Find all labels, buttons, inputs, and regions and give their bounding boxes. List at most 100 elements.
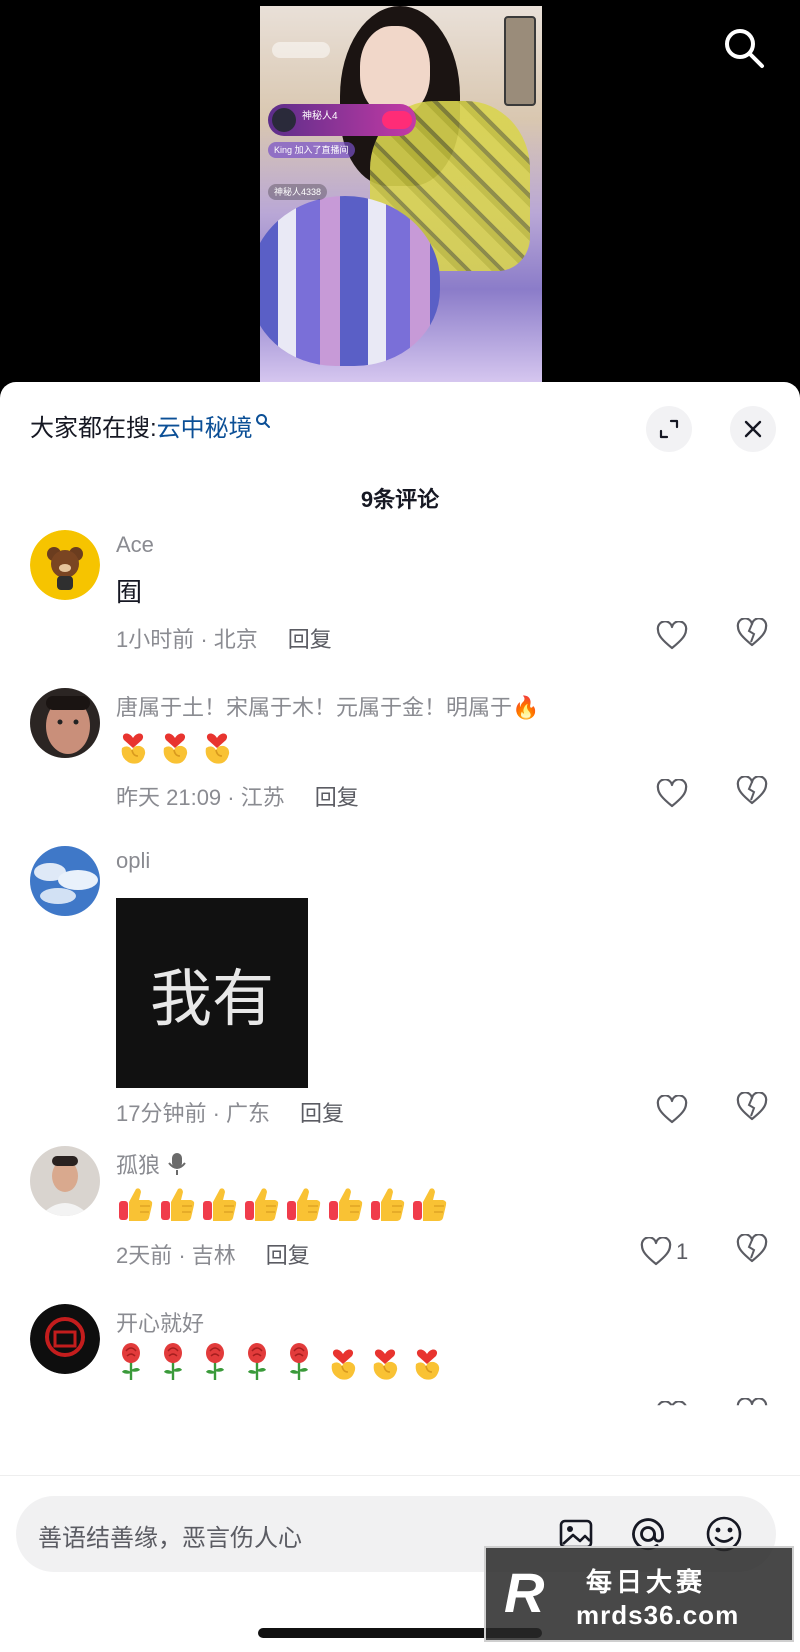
heart-icon — [656, 779, 688, 808]
comment-meta: 昨天 21:09 · 江苏 回复 — [116, 780, 359, 812]
like-button[interactable] — [656, 1092, 716, 1128]
thumbs-up-icon — [200, 1184, 237, 1224]
heart-icon — [640, 1237, 672, 1266]
thumbs-up-icon — [116, 1184, 153, 1224]
reply-button[interactable]: 回复 — [300, 1101, 344, 1126]
comment-username[interactable]: 开心就好 — [116, 1306, 204, 1338]
live-video-preview[interactable]: 神秘人4 King 加入了直播间 神秘人4338 — [0, 0, 800, 400]
finger-heart-icon — [368, 1342, 402, 1382]
avatar[interactable] — [30, 1146, 100, 1216]
comment-item: 唐属于土！宋属于木！元属于金！明属于🔥 昨天 21:09 · 江苏 回复 — [0, 688, 800, 818]
comment-item: 孤狼 2天前 · 吉林 回复 1 — [0, 1146, 800, 1276]
comment-username[interactable]: 唐属于土！宋属于木！元属于金！明属于🔥 — [116, 690, 539, 722]
thumbs-up-icon — [158, 1184, 195, 1224]
search-icon[interactable] — [720, 24, 768, 72]
close-button[interactable] — [730, 406, 776, 452]
dislike-button[interactable] — [736, 1398, 770, 1406]
rose-icon — [284, 1342, 318, 1382]
follow-badge — [382, 111, 412, 129]
hot-search-bar[interactable]: 大家都在搜:云中秘境 — [30, 408, 271, 443]
video-corner-widget — [504, 16, 536, 106]
like-button[interactable]: 1 — [640, 1234, 700, 1270]
search-small-icon — [255, 408, 271, 436]
emoji-row — [116, 1184, 447, 1224]
watermark: R 每日大赛 mrds36.com — [484, 1546, 794, 1642]
expand-button[interactable] — [646, 406, 692, 452]
watermark-logo: R — [504, 1561, 545, 1624]
avatar[interactable] — [30, 846, 100, 916]
join-notice: King 加入了直播间 — [268, 142, 355, 158]
microphone-badge-icon — [168, 1153, 186, 1175]
reply-button[interactable]: 回复 — [266, 1243, 310, 1268]
like-button[interactable] — [656, 1398, 716, 1406]
host-avatar — [272, 108, 296, 132]
comment-sheet: 大家都在搜:云中秘境 9条评论 Ace 囿 1小时前 · 北京 回复 唐属于土！宋… — [0, 382, 800, 1652]
hot-search-keyword[interactable]: 云中秘境 — [157, 415, 253, 442]
comment-time-location: 1小时前 · 北京 — [116, 627, 258, 652]
username-text: 孤狼 — [116, 1153, 161, 1178]
avatar[interactable] — [30, 530, 100, 600]
finger-heart-icon — [116, 726, 150, 766]
sheet-header: 大家都在搜:云中秘境 — [0, 382, 800, 452]
watermark-title: 每日大赛 — [586, 1567, 707, 1597]
reply-button[interactable]: 回复 — [315, 785, 359, 810]
video-thumbnail[interactable]: 神秘人4 King 加入了直播间 神秘人4338 — [260, 6, 542, 384]
comment-meta: 17分钟前 · 广东 回复 — [116, 1096, 344, 1128]
comment-count: 9条评论 — [360, 487, 440, 512]
heart-icon — [656, 1095, 688, 1124]
emoji-row — [116, 726, 234, 766]
finger-heart-icon — [158, 726, 192, 766]
broken-heart-icon — [736, 1398, 768, 1406]
comment-text: 囿 — [116, 577, 143, 607]
finger-heart-icon — [410, 1342, 444, 1382]
finger-heart-icon — [326, 1342, 360, 1382]
dislike-button[interactable] — [736, 1233, 770, 1270]
like-button[interactable] — [656, 776, 716, 812]
thumbs-up-icon — [410, 1184, 447, 1224]
user-notice: 神秘人4338 — [268, 184, 328, 200]
dislike-button[interactable] — [736, 617, 770, 654]
rose-icon — [158, 1342, 192, 1382]
comment-meta: 2天前 · 吉林 回复 — [116, 1238, 310, 1270]
close-icon — [744, 420, 762, 438]
broken-heart-icon — [736, 1233, 768, 1263]
emoji-row — [116, 1342, 444, 1382]
hot-air-balloon-effect — [260, 196, 440, 366]
comment-item: opli 我有 17分钟前 · 广东 回复 — [0, 846, 800, 1136]
dislike-button[interactable] — [736, 775, 770, 812]
expand-icon — [659, 419, 679, 439]
like-button[interactable] — [656, 618, 716, 654]
video-top-tag — [272, 42, 330, 58]
comment-username[interactable]: 孤狼 — [116, 1148, 188, 1180]
dislike-button[interactable] — [736, 1091, 770, 1128]
host-name: 神秘人4 — [302, 111, 338, 122]
input-placeholder: 善语结善缘，恶言伤人心 — [38, 1525, 302, 1552]
broken-heart-icon — [736, 775, 768, 805]
avatar[interactable] — [30, 688, 100, 758]
watermark-url: mrds36.com — [576, 1600, 740, 1630]
comment-item: 开心就好 — [0, 1304, 800, 1474]
comment-username[interactable]: Ace — [116, 532, 154, 558]
reply-button[interactable]: 回复 — [288, 627, 332, 652]
rose-icon — [200, 1342, 234, 1382]
thumbs-up-icon — [284, 1184, 321, 1224]
thumbs-up-icon — [368, 1184, 405, 1224]
broken-heart-icon — [736, 1091, 768, 1121]
rose-icon — [116, 1342, 150, 1382]
comment-meta: 1小时前 · 北京 回复 — [116, 622, 332, 654]
hot-search-label: 大家都在搜: — [30, 415, 157, 442]
comment-image[interactable]: 我有 — [116, 898, 308, 1088]
heart-icon — [656, 621, 688, 650]
avatar[interactable] — [30, 1304, 100, 1374]
comment-username[interactable]: opli — [116, 848, 150, 874]
heart-icon — [657, 1401, 687, 1406]
thumbs-up-icon — [326, 1184, 363, 1224]
comment-time-location: 昨天 21:09 · 江苏 — [116, 785, 285, 810]
broken-heart-icon — [736, 617, 768, 647]
host-card: 神秘人4 — [268, 104, 416, 136]
rose-icon — [242, 1342, 276, 1382]
comment-item: Ace 囿 1小时前 · 北京 回复 — [0, 530, 800, 660]
comment-time-location: 17分钟前 · 广东 — [116, 1101, 271, 1126]
comment-time-location: 2天前 · 吉林 — [116, 1243, 236, 1268]
thumbs-up-icon — [242, 1184, 279, 1224]
